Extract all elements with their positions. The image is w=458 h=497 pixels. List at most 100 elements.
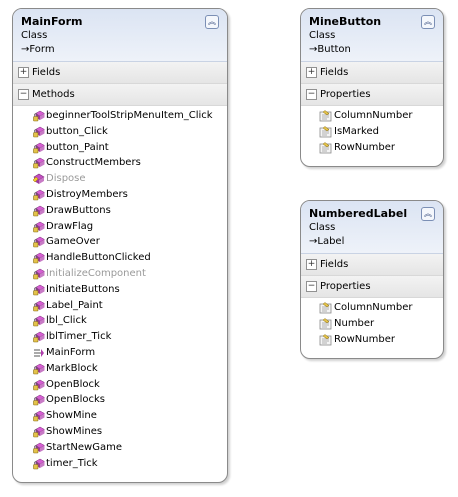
collapse-icon[interactable]: ︽ xyxy=(421,15,435,29)
class-header: MineButton Class →Button ︽ xyxy=(301,9,443,62)
method-name: HandleButtonClicked xyxy=(46,252,151,264)
method-item[interactable]: InitializeComponent xyxy=(13,266,227,282)
private-method-icon xyxy=(33,300,45,311)
property-item[interactable]: RowNumber xyxy=(301,140,443,156)
private-method-icon xyxy=(33,126,45,138)
property-name: RowNumber xyxy=(334,141,395,153)
class-name: MainForm xyxy=(21,15,83,28)
method-name: DrawFlag xyxy=(46,220,94,232)
private-method-icon xyxy=(33,205,45,217)
method-name: InitiateButtons xyxy=(46,283,120,295)
section-label: Fields xyxy=(320,259,349,270)
collapse-section-icon[interactable]: − xyxy=(18,89,29,100)
expand-icon[interactable]: + xyxy=(18,67,29,78)
collapse-icon[interactable]: ︽ xyxy=(205,15,219,29)
property-item[interactable]: Number xyxy=(301,316,443,332)
method-item[interactable]: Dispose xyxy=(13,171,227,187)
private-method-icon xyxy=(33,331,45,343)
property-icon xyxy=(319,333,332,345)
properties-list: ColumnNumber Number RowNumber xyxy=(301,298,443,347)
class-name: MineButton xyxy=(309,15,382,28)
collapse-section-icon[interactable]: − xyxy=(306,89,317,100)
property-name: RowNumber xyxy=(334,333,395,345)
property-item[interactable]: ColumnNumber xyxy=(301,300,443,316)
method-item[interactable]: lblTimer_Tick xyxy=(13,329,227,345)
property-icon xyxy=(319,110,332,122)
method-item[interactable]: OpenBlock xyxy=(13,377,227,393)
collapse-icon[interactable]: ︽ xyxy=(421,207,435,221)
method-item[interactable]: Label_Paint xyxy=(13,298,227,314)
private-method-icon xyxy=(33,442,45,454)
method-item[interactable]: ShowMines xyxy=(13,424,227,440)
method-item[interactable]: InitiateButtons xyxy=(13,282,227,298)
mainform-class-box[interactable]: MainForm Class →Form ︽ + Fields − Method… xyxy=(12,8,228,483)
methods-section-header[interactable]: − Methods xyxy=(13,84,227,106)
method-item[interactable]: timer_Tick xyxy=(13,456,227,472)
property-icon xyxy=(319,302,332,314)
section-label: Fields xyxy=(32,67,61,78)
method-name: MarkBlock xyxy=(46,362,98,374)
private-method-icon xyxy=(33,379,45,390)
private-method-icon xyxy=(33,426,45,438)
class-header: MainForm Class →Form ︽ xyxy=(13,9,227,62)
private-method-icon xyxy=(33,268,45,280)
constructor-icon xyxy=(34,348,44,357)
property-icon xyxy=(319,141,332,153)
properties-section-header[interactable]: − Properties xyxy=(301,276,443,298)
expand-icon[interactable]: + xyxy=(306,259,317,270)
method-item[interactable]: button_Paint xyxy=(13,140,227,156)
method-item[interactable]: GameOver xyxy=(13,234,227,250)
method-item[interactable]: HandleButtonClicked xyxy=(13,250,227,266)
method-item[interactable]: lbl_Click xyxy=(13,313,227,329)
class-name: NumberedLabel xyxy=(309,207,408,220)
method-name: Dispose xyxy=(46,173,86,185)
expand-icon[interactable]: + xyxy=(306,67,317,78)
private-method-icon xyxy=(33,410,45,422)
section-label: Properties xyxy=(320,281,371,292)
private-method-icon xyxy=(33,363,45,375)
method-item[interactable]: OpenBlocks xyxy=(13,392,227,408)
method-name: ShowMines xyxy=(46,425,103,437)
method-name: ShowMine xyxy=(46,410,97,422)
method-name: button_Click xyxy=(46,125,108,137)
method-name: Label_Paint xyxy=(46,299,103,311)
methods-list: beginnerToolStripMenuItem_Click button_Cl… xyxy=(13,106,227,471)
method-item[interactable]: button_Click xyxy=(13,124,227,140)
method-name: lblTimer_Tick xyxy=(46,331,112,343)
property-item[interactable]: ColumnNumber xyxy=(301,108,443,124)
private-method-icon xyxy=(33,110,45,122)
class-kind: Class xyxy=(309,222,336,233)
method-item[interactable]: DrawButtons xyxy=(13,203,227,219)
private-method-icon xyxy=(33,237,45,248)
minebutton-class-box[interactable]: MineButton Class →Button ︽ + Fields − Pr… xyxy=(300,8,444,167)
private-method-icon xyxy=(33,316,45,327)
protected-method-icon xyxy=(33,173,45,185)
method-name: button_Paint xyxy=(46,141,109,153)
class-header: NumberedLabel Class →Label ︽ xyxy=(301,201,443,254)
fields-section-header[interactable]: + Fields xyxy=(301,62,443,84)
method-name: ConstructMembers xyxy=(46,157,141,169)
fields-section-header[interactable]: + Fields xyxy=(13,62,227,84)
method-item[interactable]: StartNewGame xyxy=(13,440,227,456)
class-base: →Form xyxy=(21,44,55,55)
method-name: GameOver xyxy=(46,236,100,248)
properties-section-header[interactable]: − Properties xyxy=(301,84,443,106)
private-method-icon xyxy=(33,189,45,201)
private-method-icon xyxy=(33,458,45,469)
numberedlabel-class-box[interactable]: NumberedLabel Class →Label ︽ + Fields − … xyxy=(300,200,444,359)
method-item[interactable]: MarkBlock xyxy=(13,361,227,377)
fields-section-header[interactable]: + Fields xyxy=(301,254,443,276)
method-item[interactable]: beginnerToolStripMenuItem_Click xyxy=(13,108,227,124)
private-method-icon xyxy=(33,221,45,232)
method-item[interactable]: MainForm xyxy=(13,345,227,361)
property-item[interactable]: IsMarked xyxy=(301,124,443,140)
collapse-section-icon[interactable]: − xyxy=(306,281,317,292)
method-name: MainForm xyxy=(46,346,96,358)
method-item[interactable]: ShowMine xyxy=(13,408,227,424)
class-base: →Button xyxy=(309,44,351,55)
method-item[interactable]: ConstructMembers xyxy=(13,155,227,171)
method-item[interactable]: DistroyMembers xyxy=(13,187,227,203)
method-name: timer_Tick xyxy=(46,457,98,469)
property-item[interactable]: RowNumber xyxy=(301,332,443,348)
method-item[interactable]: DrawFlag xyxy=(13,219,227,235)
